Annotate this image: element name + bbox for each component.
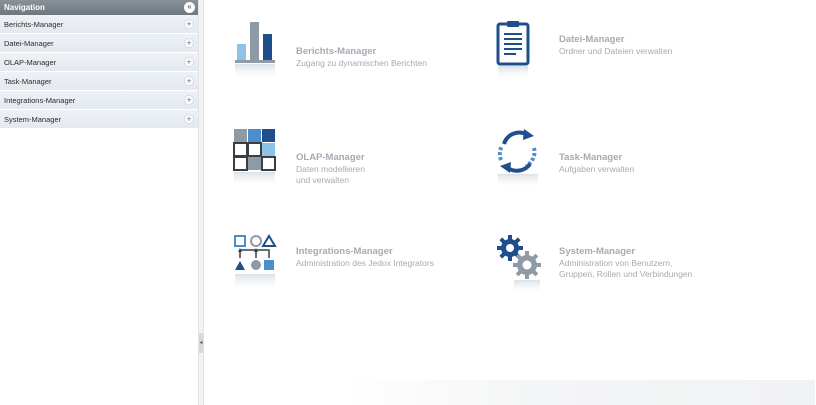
tile-datei-manager[interactable]: Datei-Manager Ordner und Dateien verwalt… [496, 20, 756, 90]
tile-description-line: Administration des Jedox Integrators [296, 258, 434, 268]
footer-gradient [345, 380, 815, 405]
tile-integrations-manager[interactable]: Integrations-Manager Administration des … [233, 234, 493, 304]
tile-description: Ordner und Dateien verwalten [559, 46, 729, 57]
shapes-flow-icon [234, 234, 277, 292]
refresh-cycle-icon [497, 129, 538, 188]
tile-description-line: Daten modellieren [296, 164, 365, 174]
tile-description: Administration von Benutzern, Gruppen, R… [559, 258, 729, 280]
tile-system-manager[interactable]: System-Manager Administration von Benutz… [496, 234, 756, 304]
navigation-header: Navigation « [0, 0, 198, 15]
sidebar-item-label: Integrations-Manager [4, 96, 76, 105]
expand-icon[interactable]: + [184, 19, 194, 29]
navigation-title: Navigation [4, 3, 45, 12]
tile-description: Aufgaben verwalten [559, 164, 729, 175]
tile-description-line: Aufgaben verwalten [559, 164, 635, 174]
sidebar-item-label: System-Manager [4, 115, 62, 124]
tile-title: Datei-Manager [559, 34, 625, 45]
tile-title: Berichts-Manager [296, 46, 377, 57]
sidebar-item-task-manager[interactable]: Task-Manager + [0, 72, 198, 91]
tile-description-line: Administration von Benutzern, [559, 258, 673, 268]
app-window: Navigation « Berichts-Manager + Datei-Ma… [0, 0, 816, 405]
tile-task-manager[interactable]: Task-Manager Aufgaben verwalten [496, 128, 756, 198]
tile-olap-manager[interactable]: OLAP-Manager Daten modellieren und verwa… [233, 128, 493, 198]
splitter-collapse-handle[interactable]: ◂ [199, 333, 203, 353]
tile-description-line: Zugang zu dynamischen Berichten [296, 58, 427, 68]
sidebar-item-integrations-manager[interactable]: Integrations-Manager + [0, 91, 198, 110]
bar-chart-icon [235, 22, 275, 80]
clipboard-document-icon [496, 21, 530, 80]
tile-title: Task-Manager [559, 152, 623, 163]
sidebar-item-label: Task-Manager [4, 77, 52, 86]
expand-icon[interactable]: + [184, 76, 194, 86]
tile-berichts-manager[interactable]: Berichts-Manager Zugang zu dynamischen B… [233, 20, 493, 90]
tile-title: System-Manager [559, 246, 636, 257]
sidebar-item-label: Datei-Manager [4, 39, 54, 48]
navigation-sidebar: Navigation « Berichts-Manager + Datei-Ma… [0, 0, 198, 405]
tile-description-line: Gruppen, Rollen und Verbindungen [559, 269, 693, 279]
collapse-sidebar-button[interactable]: « [184, 2, 195, 13]
main-content: Berichts-Manager Zugang zu dynamischen B… [205, 0, 816, 405]
sidebar-item-olap-manager[interactable]: OLAP-Manager + [0, 53, 198, 72]
sidebar-item-system-manager[interactable]: System-Manager + [0, 110, 198, 129]
sidebar-item-label: Berichts-Manager [4, 20, 64, 29]
expand-icon[interactable]: + [184, 57, 194, 67]
tile-title: Integrations-Manager [296, 246, 393, 257]
tile-description: Daten modellieren und verwalten [296, 164, 466, 186]
sidebar-item-datei-manager[interactable]: Datei-Manager + [0, 34, 198, 53]
expand-icon[interactable]: + [184, 95, 194, 105]
data-grid-icon [233, 129, 276, 188]
gears-icon [497, 235, 541, 294]
tile-description-line: Ordner und Dateien verwalten [559, 46, 673, 56]
tile-description: Administration des Jedox Integrators [296, 258, 466, 269]
navigation-list: Berichts-Manager + Datei-Manager + OLAP-… [0, 15, 198, 129]
expand-icon[interactable]: + [184, 38, 194, 48]
tile-description-line: und verwalten [296, 175, 349, 185]
sidebar-item-berichts-manager[interactable]: Berichts-Manager + [0, 15, 198, 34]
tile-title: OLAP-Manager [296, 152, 365, 163]
tile-description: Zugang zu dynamischen Berichten [296, 58, 466, 69]
sidebar-splitter[interactable]: ◂ [198, 0, 204, 405]
sidebar-item-label: OLAP-Manager [4, 58, 57, 67]
expand-icon[interactable]: + [184, 114, 194, 124]
